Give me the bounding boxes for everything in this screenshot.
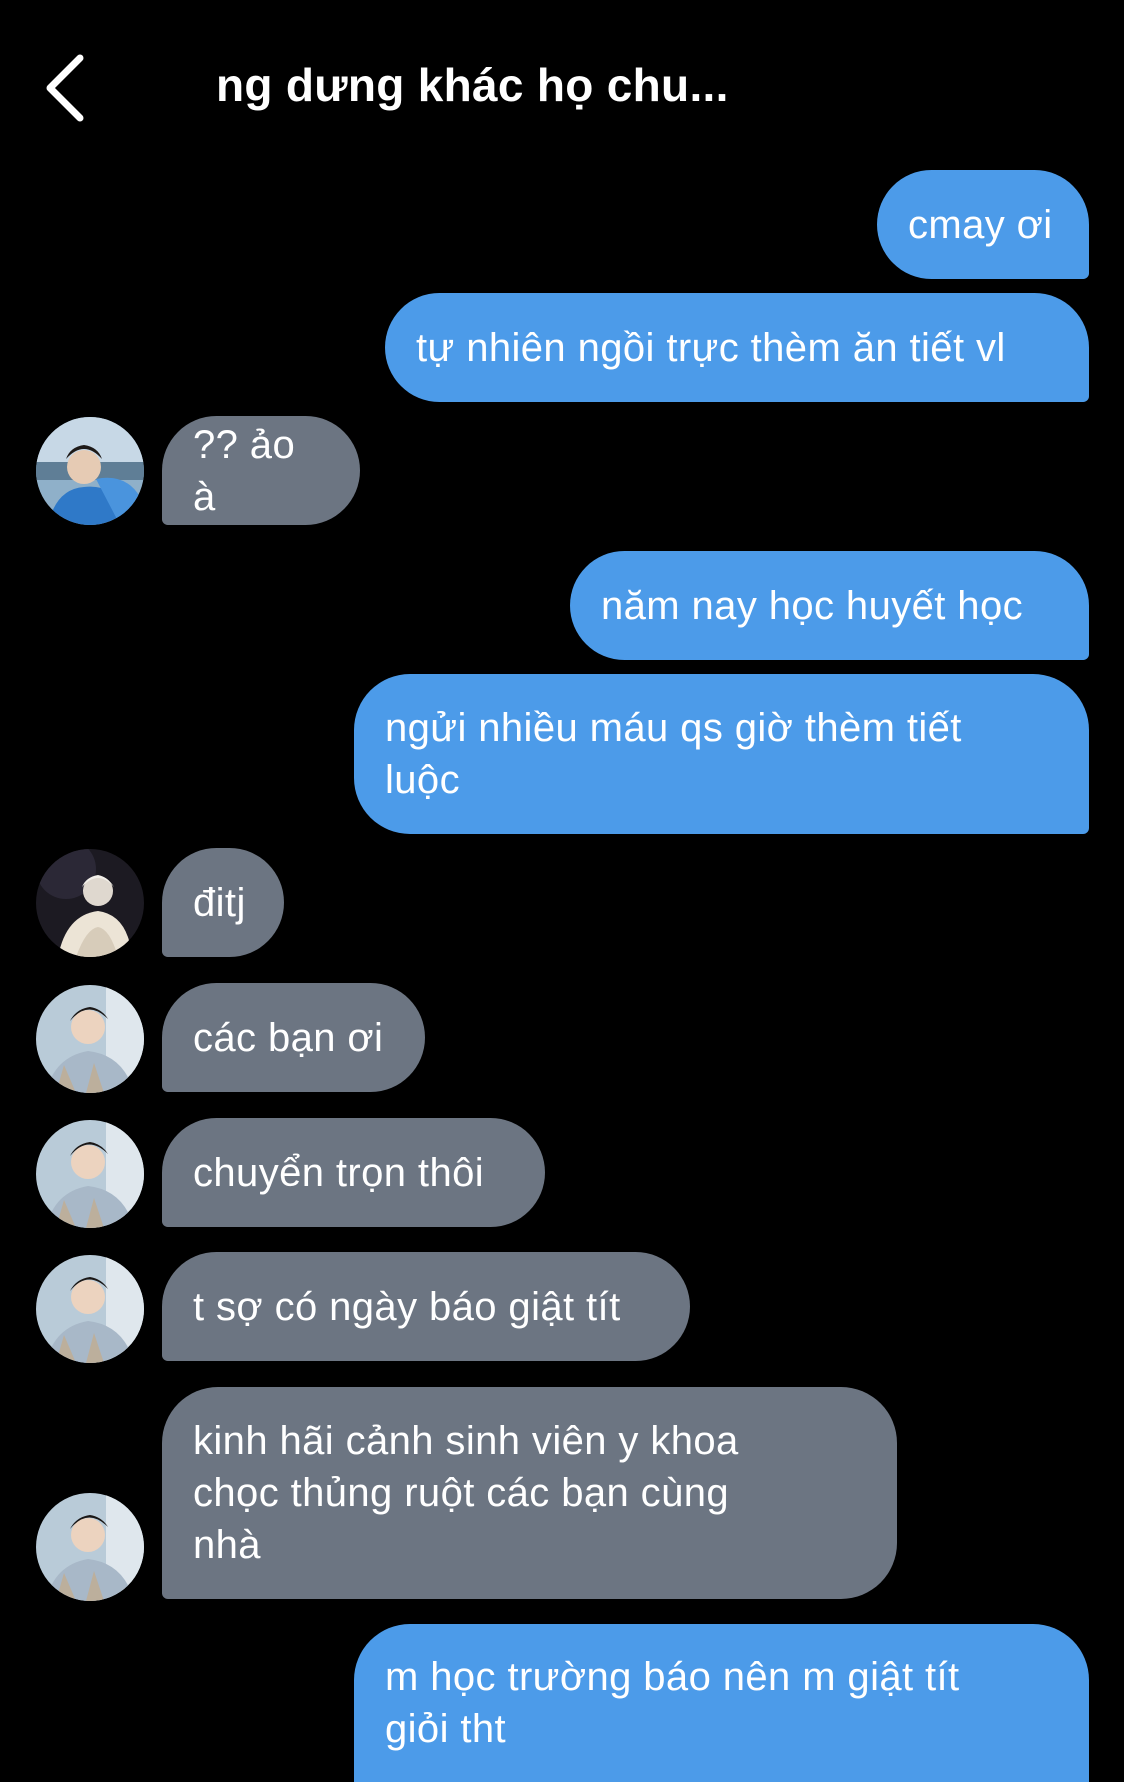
message-bubble-received[interactable]: chuyển trọn thôi — [162, 1118, 545, 1227]
chevron-left-icon — [46, 54, 84, 122]
message-text: các bạn ơi — [193, 1015, 384, 1060]
message-bubble-received[interactable]: t sợ có ngày báo giật tít — [162, 1252, 690, 1361]
avatar[interactable] — [36, 1493, 144, 1601]
message-bubble-received[interactable]: các bạn ơi — [162, 983, 425, 1092]
message-bubble-received[interactable]: đitj — [162, 848, 284, 957]
message-bubble-sent[interactable]: cmay ơi — [877, 170, 1089, 279]
avatar[interactable] — [36, 985, 144, 1093]
message-text: đitj — [193, 880, 246, 925]
chat-title[interactable]: ng dưng khác họ chu... — [216, 55, 729, 115]
message-bubble-sent[interactable]: ngửi nhiều máu qs giờ thèm tiết luộc — [354, 674, 1089, 834]
message-text: ?? ảo à — [193, 422, 307, 519]
avatar[interactable] — [36, 417, 144, 525]
back-button[interactable] — [36, 48, 96, 128]
message-text: kinh hãi cảnh sinh viên y khoa chọc thủn… — [193, 1419, 739, 1567]
avatar[interactable] — [36, 1255, 144, 1363]
message-bubble-received[interactable]: kinh hãi cảnh sinh viên y khoa chọc thủn… — [162, 1387, 897, 1599]
message-text: cmay ơi — [908, 202, 1053, 247]
message-text: ngửi nhiều máu qs giờ thèm tiết luộc — [385, 706, 962, 802]
message-text: chuyển trọn thôi — [193, 1150, 485, 1195]
message-bubble-received[interactable]: ?? ảo à — [162, 416, 360, 525]
chat-header: ng dưng khác họ chu... — [0, 0, 1124, 160]
message-text: m học trường báo nên m giật tít giỏi tht — [385, 1655, 960, 1751]
message-text: t sợ có ngày báo giật tít — [193, 1284, 621, 1329]
message-text: tự nhiên ngồi trực thèm ăn tiết vl — [416, 325, 1006, 370]
message-bubble-sent[interactable]: tự nhiên ngồi trực thèm ăn tiết vl — [385, 293, 1089, 402]
message-bubble-sent[interactable]: năm nay học huyết học — [570, 551, 1089, 660]
message-bubble-sent[interactable]: m học trường báo nên m giật tít giỏi tht — [354, 1624, 1089, 1782]
avatar[interactable] — [36, 849, 144, 957]
avatar[interactable] — [36, 1120, 144, 1228]
message-text: năm nay học huyết học — [601, 583, 1023, 628]
